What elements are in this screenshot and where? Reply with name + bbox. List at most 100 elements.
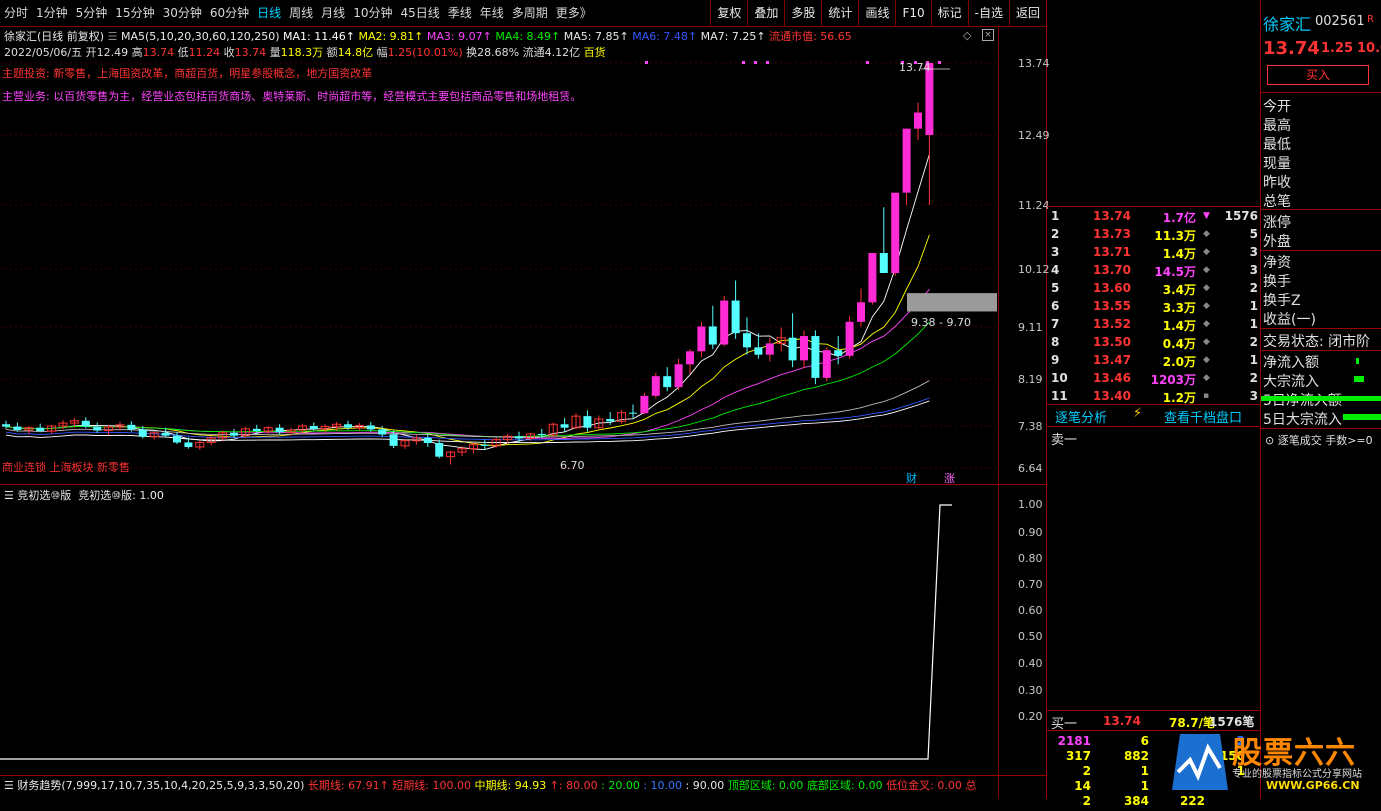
level-volume: 2.0万 — [1162, 355, 1196, 369]
gap-box — [907, 293, 997, 312]
level-number: 8 — [1051, 335, 1060, 349]
period-tab-5min[interactable]: 5分钟 — [72, 0, 112, 26]
order-book-row[interactable]: 2 13.73 11.3万 ◆ 5 — [1047, 226, 1260, 244]
level-count: 3 — [1249, 263, 1258, 277]
long-line-value: 长期线: 67.91↑ — [307, 779, 389, 792]
margin-flag: R — [1367, 14, 1374, 25]
period-tab-weekly[interactable]: 周线 — [285, 0, 317, 26]
candle-body — [800, 336, 808, 361]
high-annotation: 13.74 — [899, 61, 931, 74]
indicator-chart[interactable] — [0, 485, 998, 775]
period-tab-monthly[interactable]: 月线 — [317, 0, 349, 26]
period-tab-45day[interactable]: 45日线 — [396, 0, 443, 26]
period-tab-15min[interactable]: 15分钟 — [111, 0, 158, 26]
depth-view-tab[interactable]: 查看千档盘口 — [1164, 407, 1242, 426]
level-count: 5 — [1249, 227, 1258, 241]
period-tab-60min[interactable]: 60分钟 — [206, 0, 253, 26]
candle-body — [2, 424, 10, 427]
candle-body — [583, 416, 592, 428]
y-tick: 0.70 — [1018, 578, 1043, 591]
limit-up-marker-icon[interactable]: 涨 — [944, 470, 955, 486]
candle-body — [697, 326, 706, 352]
statistics-button[interactable]: 统计 — [821, 0, 858, 26]
candle-body — [344, 424, 352, 428]
expand-icon[interactable]: ⊙ — [1265, 434, 1274, 447]
tick-analysis-tab[interactable]: 逐笔分析 — [1055, 407, 1107, 426]
level-number: 5 — [1051, 281, 1060, 295]
level-price: 13.55 — [1093, 299, 1131, 313]
candle-body — [537, 433, 546, 436]
net-assets-label: 净资 — [1263, 255, 1291, 271]
period-tab-1min[interactable]: 1分钟 — [32, 0, 72, 26]
candle-body — [834, 350, 843, 356]
order-book-row[interactable]: 6 13.55 3.3万 ◆ 1 — [1047, 298, 1260, 316]
level-marker-icon: ◆ — [1203, 337, 1210, 347]
quote-percent: 10.01 — [1357, 41, 1381, 56]
multi-stock-button[interactable]: 多股 — [784, 0, 821, 26]
level-marker-icon: ◆ — [1203, 229, 1210, 239]
order-book-row[interactable]: 4 13.70 14.5万 ◆ 3 — [1047, 262, 1260, 280]
level-price: 13.52 — [1093, 317, 1131, 331]
y-tick: 6.64 — [1018, 462, 1043, 475]
period-tab-yearly[interactable]: 年线 — [476, 0, 508, 26]
high-label: 最高 — [1263, 118, 1291, 134]
level-number: 11 — [1051, 389, 1068, 403]
candlestick-chart[interactable] — [0, 27, 998, 484]
level-count: 3 — [1249, 245, 1258, 259]
y-tick: 10.12 — [1018, 263, 1050, 276]
quote-panel: 徐家汇 002561 R 13.74 1.25 10.01 买入 今开 最高 最… — [1261, 0, 1381, 799]
order-book-row[interactable]: 8 13.50 0.4万 ◆ 2 — [1047, 334, 1260, 352]
overlay-button[interactable]: 叠加 — [747, 0, 784, 26]
block-inflow-5d-label: 5日大宗流入 — [1263, 412, 1342, 428]
buy-button[interactable]: 买入 — [1267, 65, 1369, 85]
candle-body — [686, 351, 694, 365]
period-toolbar: 分时 1分钟 5分钟 15分钟 30分钟 60分钟 日线 周线 月线 10分钟 … — [0, 0, 1046, 27]
order-book-row[interactable]: 7 13.52 1.4万 ◆ 1 — [1047, 316, 1260, 334]
threshold-2: : 20.00 — [601, 779, 640, 792]
level-price: 13.73 — [1093, 227, 1131, 241]
period-tab-more[interactable]: 更多》 — [552, 0, 596, 26]
period-tab-10min[interactable]: 10分钟 — [349, 0, 396, 26]
threshold-1: ↑: 80.00 — [549, 779, 598, 792]
level-count: 1 — [1249, 299, 1258, 313]
candle-body — [765, 343, 774, 355]
quote-stock-name: 徐家汇 — [1263, 15, 1312, 34]
candle-body — [230, 432, 238, 436]
y-tick: 11.24 — [1018, 199, 1050, 212]
period-tab-daily[interactable]: 日线 — [253, 0, 285, 26]
level-volume: 1.7亿 — [1162, 211, 1196, 225]
candle-body — [606, 419, 615, 422]
candle-body — [811, 336, 820, 378]
period-tab-30min[interactable]: 30分钟 — [159, 0, 206, 26]
level-volume: 3.3万 — [1162, 301, 1196, 315]
adjust-button[interactable]: 复权 — [710, 0, 747, 26]
level-marker-icon: ◆ — [1203, 355, 1210, 365]
period-tab-intraday[interactable]: 分时 — [0, 0, 32, 26]
finance-marker-icon[interactable]: 财 — [906, 470, 917, 486]
order-book-row[interactable]: 5 13.60 3.4万 ◆ 2 — [1047, 280, 1260, 298]
buy-one-price: 13.74 — [1103, 714, 1141, 728]
level-number: 4 — [1051, 263, 1060, 277]
signal-dot — [766, 61, 769, 64]
signal-dot — [742, 61, 745, 64]
draw-line-button[interactable]: 画线 — [858, 0, 895, 26]
period-tab-quarterly[interactable]: 季线 — [444, 0, 476, 26]
mark-button[interactable]: 标记 — [930, 0, 968, 26]
back-button[interactable]: 返回 — [1008, 0, 1046, 26]
order-book-row[interactable]: 1 13.74 1.7亿 ▼ 1576 — [1047, 208, 1260, 226]
f10-button[interactable]: F10 — [895, 0, 930, 26]
period-tab-multi[interactable]: 多周期 — [508, 0, 552, 26]
order-book-row[interactable]: 3 13.71 1.4万 ◆ 3 — [1047, 244, 1260, 262]
remove-watchlist-button[interactable]: -自选 — [967, 0, 1009, 26]
candle-body — [184, 442, 193, 447]
order-book-row[interactable]: 9 13.47 2.0万 ◆ 1 — [1047, 352, 1260, 370]
menu-icon[interactable]: ☰ — [4, 779, 14, 792]
level-volume: 14.5万 — [1154, 265, 1196, 279]
price-axis-border — [998, 27, 999, 799]
candle-body — [629, 412, 637, 414]
level-count: 1576 — [1224, 209, 1258, 223]
tick-trades-filter[interactable]: 手数>=0 — [1325, 434, 1372, 447]
short-line-value: 短期线: 100.00 — [392, 779, 471, 792]
candle-body — [389, 434, 398, 446]
order-book-row[interactable]: 10 13.46 1203万 ◆ 2 — [1047, 370, 1260, 388]
